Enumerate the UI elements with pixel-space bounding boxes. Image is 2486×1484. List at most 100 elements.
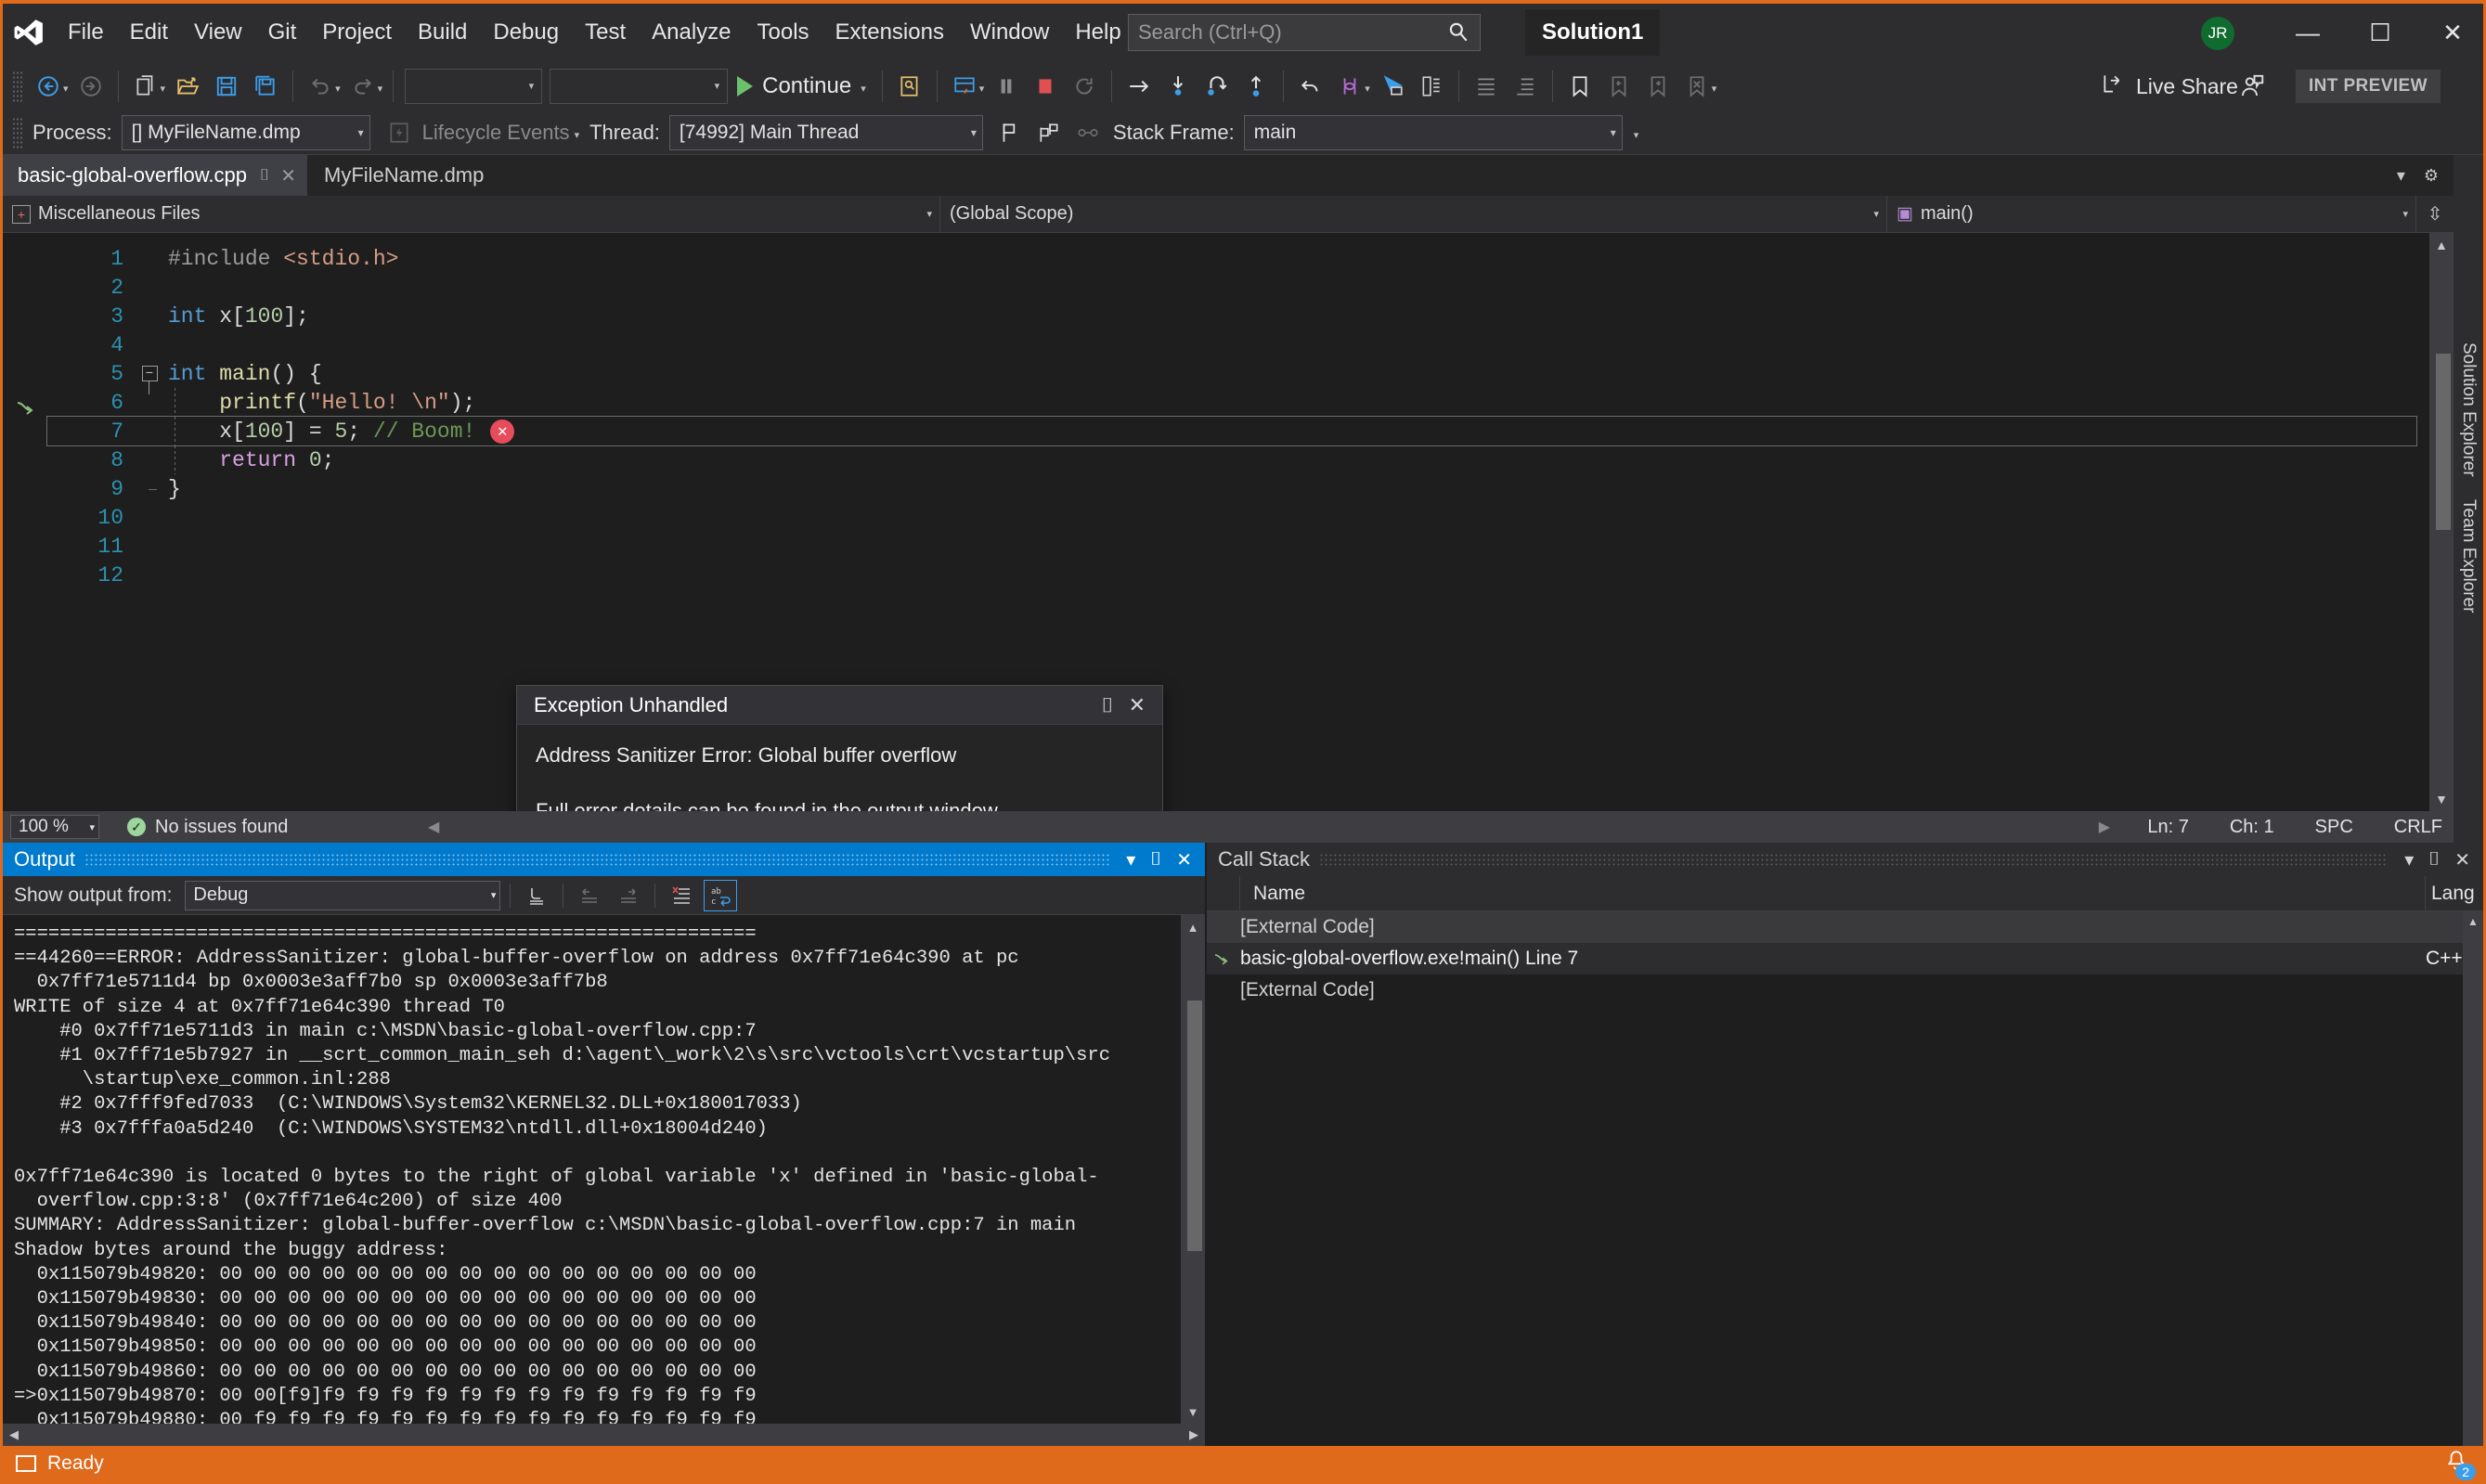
indicator-margin[interactable]	[3, 233, 47, 811]
scrollbar-thumb[interactable]	[1187, 1000, 1202, 1251]
split-view-icon[interactable]: ⇳	[2416, 196, 2454, 232]
code-lines[interactable]: 1 #include <stdio.h> 2 3 int x[100]; 4 5 − int m…	[46, 233, 2454, 811]
step-out-icon[interactable]	[1237, 67, 1275, 106]
output-vertical-scrollbar[interactable]: ▲ ▼	[1181, 915, 1205, 1424]
menu-debug[interactable]: Debug	[480, 4, 572, 61]
notification-bell-icon[interactable]: 2	[2444, 1449, 2476, 1480]
person-feedback-icon[interactable]	[2238, 72, 2266, 105]
redo-icon[interactable]	[343, 67, 382, 106]
chevron-down-icon[interactable]: ▾	[2388, 166, 2415, 186]
horizontal-scroll-left-icon[interactable]: ◀	[428, 818, 439, 836]
menu-test[interactable]: Test	[572, 4, 639, 61]
previous-bookmark-icon[interactable]	[1599, 67, 1638, 106]
indent-icon[interactable]	[1467, 67, 1506, 106]
break-all-icon[interactable]	[987, 67, 1026, 106]
chevron-down-icon[interactable]: ▾	[1119, 848, 1143, 871]
line-ending-mode[interactable]: CRLF	[2394, 817, 2442, 838]
scroll-up-icon[interactable]: ▲	[1181, 915, 1205, 939]
hot-reload-icon[interactable]	[945, 67, 984, 106]
close-icon[interactable]: ✕	[1121, 693, 1153, 717]
toolbar-grip[interactable]	[12, 70, 23, 102]
menu-analyze[interactable]: Analyze	[639, 4, 744, 61]
show-next-statement-icon[interactable]	[1120, 67, 1159, 106]
continue-dropdown[interactable]: ▾	[861, 77, 866, 95]
output-text-area[interactable]: ========================================…	[3, 915, 1205, 1424]
process-combo[interactable]: [] MyFileName.dmp ▾	[121, 114, 370, 150]
error-circle-icon[interactable]: ✕	[490, 419, 515, 444]
close-icon[interactable]: ✕	[280, 164, 296, 187]
step-over-icon[interactable]	[1198, 67, 1237, 106]
threads-icon[interactable]	[1330, 67, 1369, 106]
save-icon[interactable]	[207, 67, 246, 106]
solution-name[interactable]: Solution1	[1525, 9, 1661, 56]
go-to-next-message-icon[interactable]	[612, 880, 645, 911]
panel-drag-grip[interactable]	[1319, 853, 2389, 866]
minimize-button[interactable]: —	[2279, 4, 2337, 61]
sidebar-item-solution-explorer[interactable]: Solution Explorer	[2458, 331, 2479, 488]
flag-icon[interactable]	[991, 113, 1029, 152]
nav-scope-combo[interactable]: (Global Scope) ▾	[940, 196, 1887, 232]
menu-view[interactable]: View	[181, 4, 255, 61]
navigate-back-icon[interactable]	[29, 67, 68, 106]
toggle-word-wrap-icon[interactable]: ab c	[704, 879, 738, 911]
menu-extensions[interactable]: Extensions	[822, 4, 957, 61]
code-editor[interactable]: 1 #include <stdio.h> 2 3 int x[100]; 4 5 − int m…	[3, 233, 2454, 811]
close-icon[interactable]: ✕	[1169, 848, 1199, 871]
step-into-icon[interactable]	[1159, 67, 1198, 106]
int-preview-badge[interactable]: INT PREVIEW	[2296, 70, 2441, 103]
restart-icon[interactable]	[1065, 67, 1104, 106]
output-horizontal-scrollbar[interactable]: ◀ ▶	[3, 1424, 1205, 1446]
scrollbar-thumb[interactable]	[2436, 354, 2451, 530]
thread-combo[interactable]: [74992] Main Thread ▾	[668, 114, 983, 150]
find-message-icon[interactable]	[520, 880, 553, 911]
close-icon[interactable]: ✕	[2447, 848, 2478, 871]
platform-combo[interactable]: ▾	[550, 68, 729, 104]
scroll-down-icon[interactable]: ▼	[1181, 1400, 1205, 1424]
code-line[interactable]: 7 x[100] = 5; // Boom! ✕	[46, 416, 2417, 446]
bookmark-icon[interactable]	[1560, 67, 1599, 106]
issues-label[interactable]: No issues found	[155, 817, 288, 838]
attach-to-process-icon[interactable]	[890, 67, 929, 106]
code-line[interactable]: 5 − int main() {	[47, 359, 2454, 394]
menu-window[interactable]: Window	[957, 4, 1062, 61]
stop-debugging-icon[interactable]	[1026, 67, 1065, 106]
fold-margin[interactable]: −	[131, 366, 168, 394]
indentation-mode[interactable]: SPC	[2315, 817, 2353, 838]
search-input[interactable]	[1138, 20, 1446, 45]
flags-icon[interactable]	[1029, 113, 1068, 152]
table-row[interactable]: [External Code]	[1207, 974, 2483, 1006]
name-column-header[interactable]: Name	[1240, 876, 2426, 910]
nav-member-combo[interactable]: ▣ main() ▾	[1887, 196, 2416, 232]
code-line[interactable]: 4	[47, 330, 2454, 359]
search-box[interactable]	[1128, 14, 1481, 51]
table-row[interactable]: basic-global-overflow.exe!main() Line 7C…	[1207, 943, 2483, 974]
code-line[interactable]: 10	[47, 503, 2454, 532]
scroll-left-icon[interactable]: ◀	[3, 1424, 25, 1446]
select-element-icon[interactable]	[1373, 67, 1412, 106]
clear-all-icon[interactable]	[665, 880, 698, 911]
save-all-icon[interactable]	[246, 67, 285, 106]
menu-project[interactable]: Project	[309, 4, 405, 61]
avatar[interactable]: JR	[2201, 17, 2234, 50]
exception-unhandled-popup[interactable]: Exception Unhandled ⌷ ✕ Address Sanitize…	[516, 685, 1163, 811]
horizontal-scroll-right-icon[interactable]: ▶	[2099, 818, 2110, 836]
call-stack-rows[interactable]: [External Code] basic-global-overflow.exe…	[1207, 911, 2483, 1446]
chevron-down-icon[interactable]: ▾	[2397, 848, 2421, 871]
code-line[interactable]: 12	[47, 561, 2454, 589]
pin-icon[interactable]: ⌷	[1143, 849, 1169, 871]
menu-help[interactable]: Help	[1062, 4, 1133, 61]
step-back-icon[interactable]	[1291, 67, 1330, 106]
table-row[interactable]: [External Code]	[1207, 911, 2483, 943]
call-stack-panel-header[interactable]: Call Stack ▾ ⌷ ✕	[1207, 843, 2483, 876]
sidebar-item-team-explorer[interactable]: Team Explorer	[2458, 488, 2479, 625]
go-to-previous-message-icon[interactable]	[573, 880, 606, 911]
outdent-icon[interactable]	[1506, 67, 1545, 106]
nav-project-combo[interactable]: + Miscellaneous Files ▾	[3, 196, 940, 232]
menu-tools[interactable]: Tools	[745, 4, 822, 61]
panel-drag-grip[interactable]	[84, 853, 1110, 866]
scroll-right-icon[interactable]: ▶	[1183, 1424, 1205, 1446]
output-panel-header[interactable]: Output ▾ ⌷ ✕	[3, 843, 1205, 876]
code-line[interactable]: 1 #include <stdio.h>	[47, 244, 2454, 273]
navigate-forward-icon[interactable]	[71, 67, 110, 106]
lifecycle-events-dropdown[interactable]: ▾	[575, 123, 580, 141]
